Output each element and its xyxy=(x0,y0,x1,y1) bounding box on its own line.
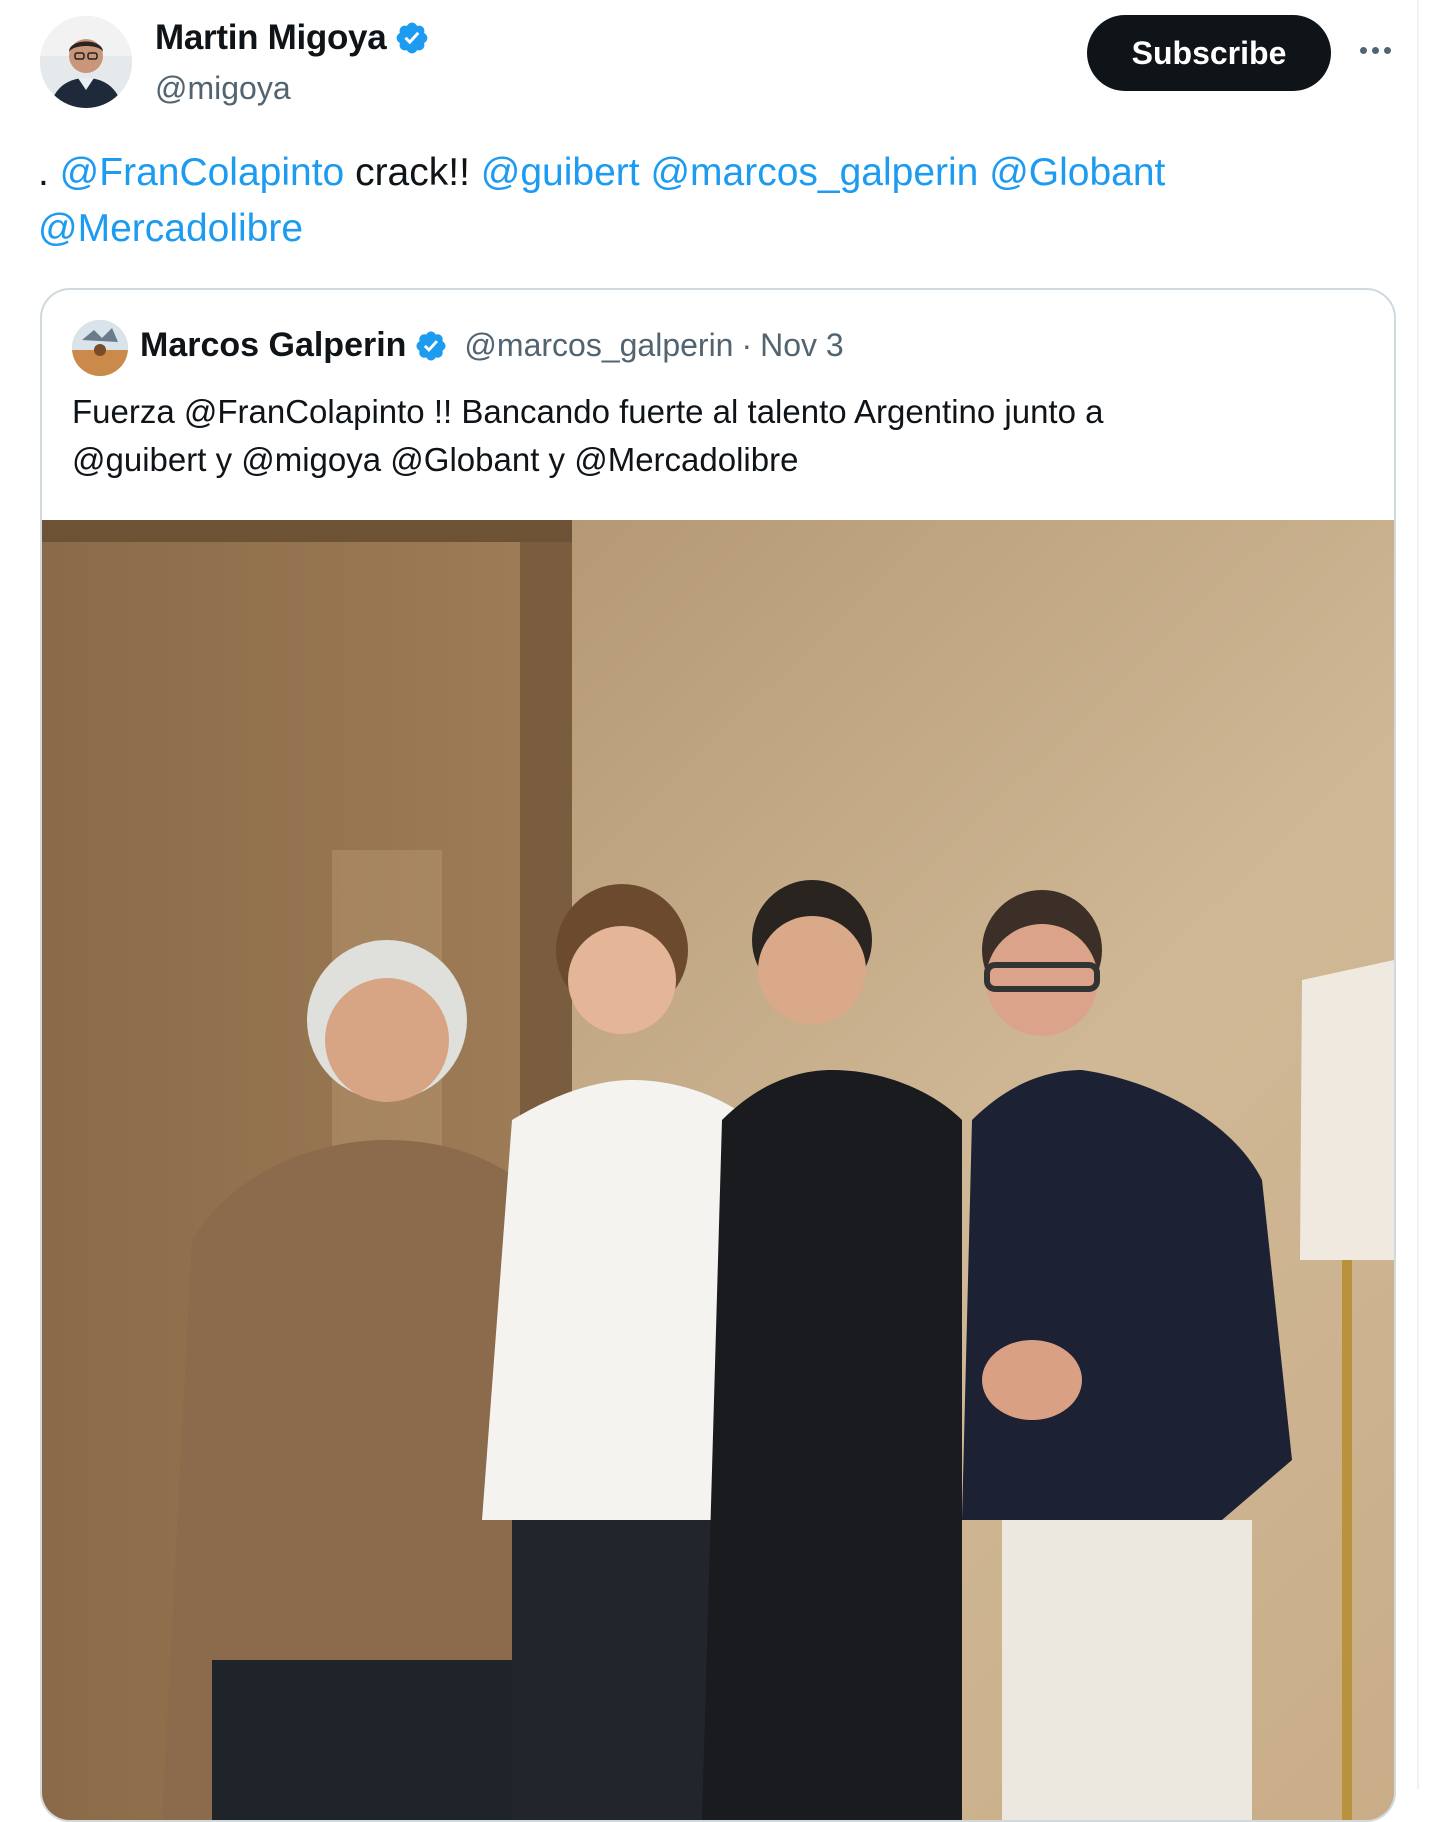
mention-link[interactable]: @FranColapinto xyxy=(60,151,345,194)
quote-text-line: @guibert y @migoya @Globant y @Mercadoli… xyxy=(72,441,799,478)
verified-badge-icon xyxy=(397,22,428,54)
tweet-text: . @FranColapinto crack!! @guibert @marco… xyxy=(38,145,1368,257)
mention-link[interactable]: @Mercadolibre xyxy=(38,207,303,250)
page-edge-divider xyxy=(1417,0,1419,1789)
quote-text-line: Fuerza @FranColapinto !! Bancando fuerte… xyxy=(72,393,1104,430)
quote-text: Fuerza @FranColapinto !! Bancando fuerte… xyxy=(72,388,1362,484)
author-avatar[interactable] xyxy=(40,16,132,108)
quote-separator: · xyxy=(741,327,753,363)
author-display-name[interactable]: Martin Migoya xyxy=(155,18,387,58)
quote-author-avatar[interactable] xyxy=(72,320,128,376)
mention-link[interactable]: @guibert xyxy=(481,151,640,194)
more-dot xyxy=(1371,46,1379,54)
tweet-text-segment: crack!! xyxy=(344,151,481,194)
tweet-prefix: . xyxy=(38,151,60,194)
verified-badge-icon xyxy=(416,330,446,361)
mention-link[interactable]: @marcos_galperin xyxy=(650,151,978,194)
author-name-row: Martin Migoya xyxy=(155,18,430,58)
mention-link[interactable]: @Globant xyxy=(989,151,1165,194)
quote-author-name[interactable]: Marcos Galperin xyxy=(140,326,406,365)
quote-author-handle[interactable]: @marcos_galperin xyxy=(464,327,733,364)
more-options-icon[interactable] xyxy=(1355,36,1395,64)
quote-photo[interactable] xyxy=(42,520,1394,1820)
more-dot xyxy=(1383,46,1391,54)
subscribe-button[interactable]: Subscribe xyxy=(1087,15,1331,91)
quote-header: Marcos Galperin @marcos_galperin · Nov 3 xyxy=(140,326,844,365)
quote-date[interactable]: Nov 3 xyxy=(760,327,844,364)
author-handle[interactable]: @migoya xyxy=(155,70,291,107)
quoted-tweet-card[interactable]: Marcos Galperin @marcos_galperin · Nov 3… xyxy=(40,288,1396,1822)
more-dot xyxy=(1359,46,1367,54)
